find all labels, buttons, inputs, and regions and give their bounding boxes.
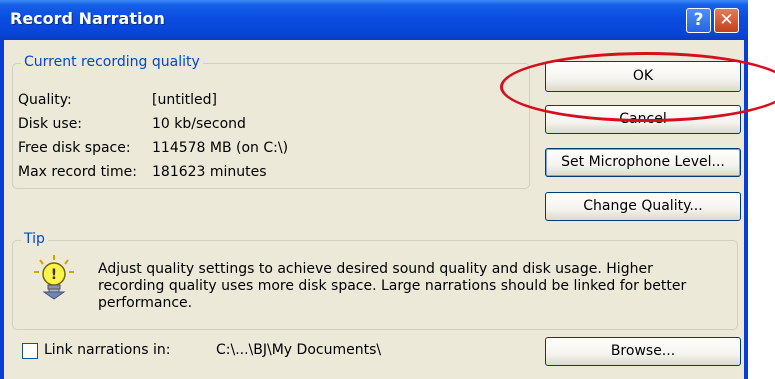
tip-text: Adjust quality settings to achieve desir… xyxy=(98,261,687,311)
free-disk-space-label: Free disk space: xyxy=(18,140,131,156)
quality-value: [untitled] xyxy=(152,92,217,108)
current-quality-legend: Current recording quality xyxy=(21,54,203,70)
link-narrations-checkbox[interactable] xyxy=(22,343,38,359)
svg-text:!: ! xyxy=(51,267,57,283)
quality-label: Quality: xyxy=(18,92,72,108)
tip-lightbulb-icon: ! xyxy=(34,255,74,300)
close-icon[interactable]: ✕ xyxy=(714,8,739,33)
disk-use-label: Disk use: xyxy=(18,116,83,132)
link-narrations-path: C:\...\BJ\My Documents\ xyxy=(216,342,382,358)
tip-legend: Tip xyxy=(21,231,48,247)
max-record-time-value: 181623 minutes xyxy=(152,164,267,180)
set-microphone-level-button[interactable]: Set Microphone Level... xyxy=(545,148,741,177)
max-record-time-label: Max record time: xyxy=(18,164,137,180)
free-disk-space-value: 114578 MB (on C:\) xyxy=(152,140,289,156)
ok-highlight-annotation xyxy=(500,52,775,122)
link-narrations-label[interactable]: Link narrations in: xyxy=(44,342,170,358)
title-bar[interactable]: Record Narration ? ✕ xyxy=(0,0,748,40)
browse-button[interactable]: Browse... xyxy=(545,337,741,366)
window-title: Record Narration xyxy=(10,9,165,28)
disk-use-value: 10 kb/second xyxy=(152,116,246,132)
change-quality-button[interactable]: Change Quality... xyxy=(545,192,741,221)
help-icon[interactable]: ? xyxy=(686,8,711,33)
